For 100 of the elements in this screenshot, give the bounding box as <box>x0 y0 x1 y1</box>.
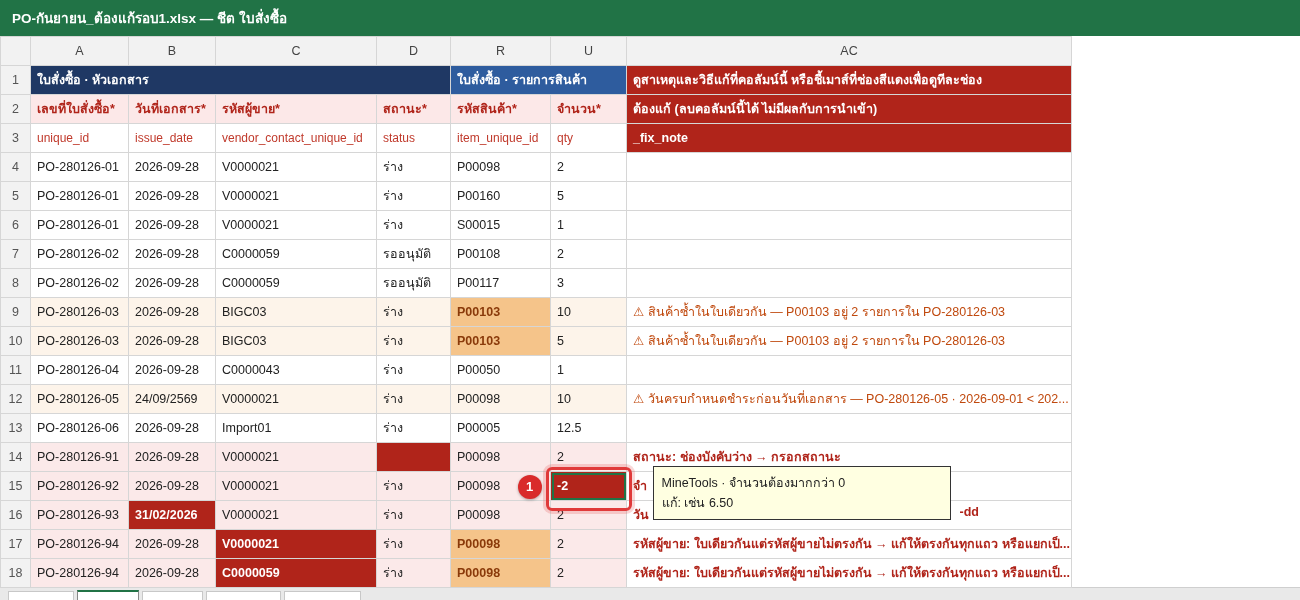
table-cell: 2 <box>550 558 627 588</box>
tooltip-text: แก้: เช่น 6.50 <box>661 494 735 512</box>
column-header[interactable]: C <box>215 36 377 66</box>
table-cell: status <box>376 123 451 153</box>
row-header[interactable]: 10 <box>0 326 31 356</box>
table-cell: ร่าง <box>376 326 451 356</box>
table-cell: 24/09/2569 <box>128 384 216 414</box>
table-cell: 2 <box>550 152 627 182</box>
table-cell: 2026-09-28 <box>128 210 216 240</box>
table-cell: 2026-09-28 <box>128 326 216 356</box>
table-cell: V0000021 <box>215 384 377 414</box>
table-cell: ร่าง <box>376 210 451 240</box>
table-cell: P00098 <box>450 152 551 182</box>
table-cell: PO-280126-94 <box>30 558 129 588</box>
table-cell: รหัสสินค้า* <box>450 94 551 124</box>
table-cell: qty <box>550 123 627 153</box>
table-cell: BIGC03 <box>215 297 377 327</box>
table-cell: S00015 <box>450 210 551 240</box>
table-cell: P00098 <box>450 529 551 559</box>
sheet-tab[interactable] <box>77 590 139 600</box>
column-header[interactable]: A <box>30 36 129 66</box>
table-cell: PO-280126-01 <box>30 210 129 240</box>
table-cell: 2 <box>550 239 627 269</box>
column-header[interactable]: AC <box>626 36 1072 66</box>
note-text: รหัสผู้ขาย: ใบเดียวกันแต่รหัสผู้ขายไม่ตรงกัน → แก้ให้ตรงกันทุกแถว หรือแยกเป็... <box>633 564 1070 583</box>
table-cell: PO-280126-02 <box>30 239 129 269</box>
table-cell: PO-280126-02 <box>30 268 129 298</box>
table-cell: V0000021 <box>215 529 377 559</box>
table-cell: V0000021 <box>215 471 377 501</box>
row-header[interactable]: 17 <box>0 529 31 559</box>
table-cell: จำนวน* <box>550 94 627 124</box>
row-header[interactable]: 11 <box>0 355 31 385</box>
row-header[interactable]: 13 <box>0 413 31 443</box>
row-header[interactable]: 9 <box>0 297 31 327</box>
table-cell: 2026-09-28 <box>128 529 216 559</box>
row-header[interactable]: 3 <box>0 123 31 153</box>
table-cell: ร่าง <box>376 558 451 588</box>
table-cell: 31/02/2026 <box>128 500 216 530</box>
note-cell: ต้องแก้ (ลบคอลัมน์นี้ได้ ไม่มีผลกับการนำเข้า) <box>626 94 1072 124</box>
table-cell: รออนุมัติ <box>376 239 451 269</box>
window-title: PO-กันยายน_ต้องแก้รอบ1.xlsx — ชีต ใบสั่งซื้อ <box>12 7 287 29</box>
table-cell: ร่าง <box>376 413 451 443</box>
table-cell: 1 <box>550 210 627 240</box>
table-cell: issue_date <box>128 123 216 153</box>
table-cell: P00108 <box>450 239 551 269</box>
table-cell: C0000059 <box>215 268 377 298</box>
table-cell: C0000059 <box>215 239 377 269</box>
table-cell: V0000021 <box>215 500 377 530</box>
row-header[interactable]: 16 <box>0 500 31 530</box>
table-cell: ร่าง <box>376 500 451 530</box>
table-cell: รหัสผู้ขาย* <box>215 94 377 124</box>
group-header-cell: ใบสั่งซื้อ · รายการสินค้า <box>450 65 627 95</box>
row-header[interactable]: 8 <box>0 268 31 298</box>
table-cell: P00098 <box>450 558 551 588</box>
row-header[interactable]: 4 <box>0 152 31 182</box>
row-header[interactable]: 1 <box>0 65 31 95</box>
note-text: ⚠ สินค้าซ้ำในใบเดียวกัน — P00103 อยู่ 2 รายการใน PO-280126-03 <box>633 302 1006 322</box>
table-cell: ร่าง <box>376 297 451 327</box>
row-header[interactable]: 2 <box>0 94 31 124</box>
table-cell: BIGC03 <box>215 326 377 356</box>
table-cell: P00117 <box>450 268 551 298</box>
row-header[interactable]: 15 <box>0 471 31 501</box>
note-text: สถานะ: ช่องบังคับว่าง → กรอกสถานะ <box>633 449 842 466</box>
table-cell: 2026-09-28 <box>128 558 216 588</box>
table-cell: P00103 <box>450 297 551 327</box>
row-header[interactable]: 6 <box>0 210 31 240</box>
table-cell: ร่าง <box>376 471 451 501</box>
column-header[interactable]: U <box>550 36 627 66</box>
table-cell: 12.5 <box>550 413 627 443</box>
table-cell: PO-280126-06 <box>30 413 129 443</box>
row-header[interactable]: 18 <box>0 558 31 588</box>
row-header[interactable]: 5 <box>0 181 31 211</box>
select-all-corner[interactable] <box>0 36 31 66</box>
column-header[interactable]: R <box>450 36 551 66</box>
table-cell: 5 <box>550 181 627 211</box>
table-cell: PO-280126-03 <box>30 297 129 327</box>
table-cell: PO-280126-05 <box>30 384 129 414</box>
row-header[interactable]: 12 <box>0 384 31 414</box>
table-cell: สถานะ* <box>376 94 451 124</box>
row-header[interactable]: 14 <box>0 442 31 472</box>
table-cell: Import01 <box>215 413 377 443</box>
table-cell: unique_id <box>30 123 129 153</box>
table-cell: C0000059 <box>215 558 377 588</box>
table-cell: PO-280126-04 <box>30 355 129 385</box>
table-cell: P00098 <box>450 442 551 472</box>
table-cell: 2026-09-28 <box>128 297 216 327</box>
table-cell: วันที่เอกสาร* <box>128 94 216 124</box>
column-header[interactable]: D <box>376 36 451 66</box>
note-text: วัน <box>633 507 649 524</box>
table-cell: ร่าง <box>376 384 451 414</box>
column-header[interactable]: B <box>128 36 216 66</box>
note-text: ⚠ สินค้าซ้ำในใบเดียวกัน — P00103 อยู่ 2 รายการใน PO-280126-03 <box>633 331 1006 351</box>
table-cell: ร่าง <box>376 355 451 385</box>
table-cell: V0000021 <box>215 210 377 240</box>
table-cell: P00103 <box>450 326 551 356</box>
note-text: รหัสผู้ขาย: ใบเดียวกันแต่รหัสผู้ขายไม่ตรงกัน → แก้ให้ตรงกันทุกแถว หรือแยกเป็... <box>633 535 1070 554</box>
table-cell: PO-280126-93 <box>30 500 129 530</box>
table-cell: เลขที่ใบสั่งซื้อ* <box>30 94 129 124</box>
row-header[interactable]: 7 <box>0 239 31 269</box>
table-cell: PO-280126-94 <box>30 529 129 559</box>
